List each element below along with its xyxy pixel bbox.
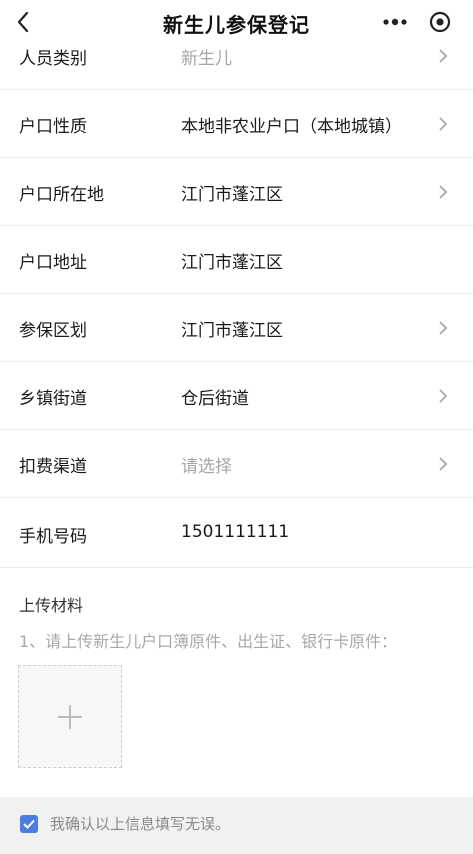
row-value: 新生儿 (181, 49, 232, 69)
form-row-household-location[interactable]: 户口所在地 江门市蓬江区 (0, 158, 473, 226)
row-value: 仓后街道 (181, 389, 249, 409)
row-value: 本地非农业户口（本地城镇） (181, 117, 402, 137)
chevron-right-icon (439, 321, 448, 335)
row-value: 请选择 (181, 457, 232, 477)
chevron-right-icon (439, 389, 448, 403)
row-label: 户口性质 (19, 117, 87, 137)
row-value: 江门市蓬江区 (181, 321, 283, 341)
form-row-household-type[interactable]: 户口性质 本地非农业户口（本地城镇） (0, 90, 473, 158)
confirm-text: 我确认以上信息填写无误。 (50, 815, 231, 833)
chevron-right-icon (439, 457, 448, 471)
row-label: 户口地址 (19, 253, 87, 273)
upload-hint: 1、请上传新生儿户口簿原件、出生证、银行卡原件： (19, 632, 398, 651)
form-row-phone[interactable]: 手机号码 1501111111 (0, 498, 473, 568)
navigation-bar: 新生儿参保登记 (0, 0, 473, 44)
row-label: 户口所在地 (19, 185, 104, 205)
row-value: 江门市蓬江区 (181, 185, 283, 205)
target-circle-icon[interactable] (428, 10, 452, 34)
row-label: 乡镇街道 (19, 389, 87, 409)
row-label: 扣费渠道 (19, 457, 87, 477)
chevron-right-icon (439, 49, 448, 63)
upload-add-button[interactable] (18, 665, 122, 768)
form-row-payment-channel[interactable]: 扣费渠道 请选择 (0, 430, 473, 498)
upload-section-title: 上传材料 (19, 596, 84, 615)
chevron-right-icon (439, 117, 448, 131)
form-row-street[interactable]: 乡镇街道 仓后街道 (0, 362, 473, 430)
confirm-bar: 我确认以上信息填写无误。 (0, 797, 473, 854)
row-label: 参保区划 (19, 321, 87, 341)
row-label: 手机号码 (19, 527, 87, 547)
plus-icon (58, 705, 82, 729)
checkmark-icon (23, 819, 35, 829)
chevron-right-icon (439, 185, 448, 199)
phone-input[interactable]: 1501111111 (181, 522, 289, 542)
more-dots-icon[interactable] (380, 10, 410, 34)
form-row-insurance-region[interactable]: 参保区划 江门市蓬江区 (0, 294, 473, 362)
row-label: 人员类别 (19, 49, 87, 69)
row-value[interactable]: 江门市蓬江区 (181, 248, 283, 273)
confirm-checkbox[interactable] (20, 815, 38, 833)
form-row-household-address[interactable]: 户口地址 江门市蓬江区 (0, 226, 473, 294)
